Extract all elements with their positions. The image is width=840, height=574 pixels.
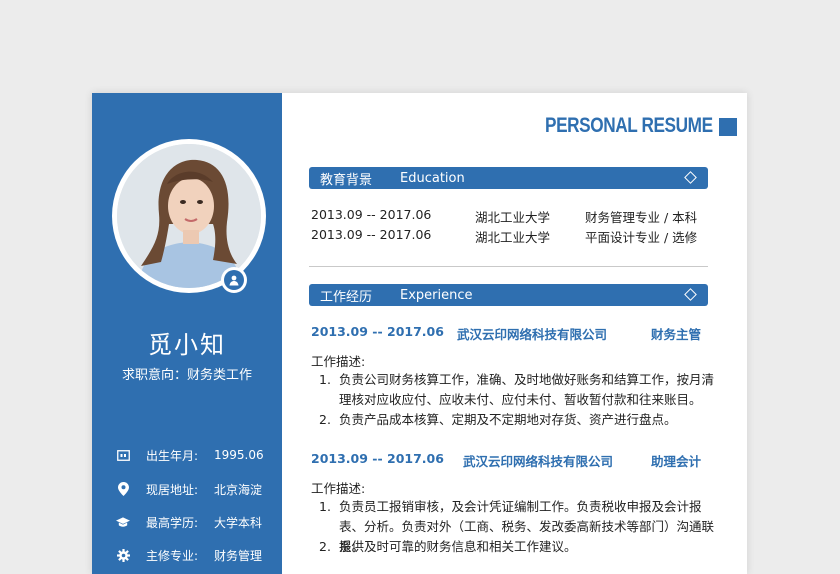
info-row-address: 现居地址: 北京海淀 bbox=[116, 479, 286, 499]
user-badge bbox=[221, 267, 247, 293]
section-header-education: 教育背景 Education bbox=[309, 167, 708, 189]
info-row-birth: 出生年月: 1995.06 bbox=[116, 445, 286, 465]
item-text: 负责产品成本核算、定期及不定期地对存货、资产进行盘点。 bbox=[339, 412, 677, 427]
item-text: 提供及时可靠的财务信息和相关工作建议。 bbox=[339, 539, 577, 554]
gear-icon bbox=[116, 548, 130, 562]
avatar bbox=[117, 144, 261, 288]
item-number: 2. bbox=[319, 539, 331, 554]
job-company: 武汉云印网络科技有限公司 bbox=[463, 454, 614, 469]
edu-school: 湖北工业大学 bbox=[475, 210, 551, 225]
graduation-cap-icon bbox=[116, 515, 130, 529]
info-row-education: 最高学历: 大学本科 bbox=[116, 512, 286, 532]
job-period: 2013.09 -- 2017.06 bbox=[311, 451, 444, 466]
info-value: 大学本科 bbox=[214, 515, 263, 530]
job-desc-item: 2. 提供及时可靠的财务信息和相关工作建议。 bbox=[319, 537, 717, 557]
profile-sidebar: 觅小知 求职意向：财务类工作 出生年月: 1995.06 现居地址: 北京海淀 bbox=[92, 93, 282, 574]
section-title-cn: 教育背景 bbox=[320, 172, 373, 188]
info-value: 财务管理 bbox=[214, 548, 263, 563]
info-label: 最高学历: bbox=[146, 515, 199, 530]
diamond-icon bbox=[684, 288, 697, 301]
info-value: 北京海淀 bbox=[214, 482, 263, 497]
info-label: 出生年月: bbox=[146, 448, 199, 463]
resume-title: PERSONAL RESUME bbox=[545, 114, 713, 137]
education-row: 2013.09 -- 2017.06 湖北工业大学 平面设计专业 / 选修 bbox=[311, 227, 711, 245]
item-number: 2. bbox=[319, 412, 331, 427]
section-title-cn: 工作经历 bbox=[320, 289, 373, 305]
item-text: 负责公司财务核算工作，准确、及时地做好账务和结算工作，按月清理核对应收应付、应收… bbox=[339, 372, 715, 407]
edu-major: 平面设计专业 / 选修 bbox=[585, 230, 698, 245]
section-title-en: Experience bbox=[400, 287, 473, 303]
job-desc-label: 工作描述: bbox=[311, 481, 366, 496]
item-number: 1. bbox=[319, 372, 331, 387]
calendar-icon bbox=[116, 448, 130, 462]
job-intent: 求职意向：财务类工作 bbox=[121, 368, 252, 383]
job-desc-item: 1. 负责公司财务核算工作，准确、及时地做好账务和结算工作，按月清理核对应收应付… bbox=[319, 370, 717, 410]
job-header: 2013.09 -- 2017.06 武汉云印网络科技有限公司 财务主管 bbox=[311, 324, 711, 342]
resume-main: PERSONAL RESUME 教育背景 Education 2013.09 -… bbox=[282, 93, 747, 574]
edu-school: 湖北工业大学 bbox=[475, 230, 551, 245]
job-desc-item: 2. 负责产品成本核算、定期及不定期地对存货、资产进行盘点。 bbox=[319, 410, 717, 430]
edu-period: 2013.09 -- 2017.06 bbox=[311, 207, 432, 222]
section-header-experience: 工作经历 Experience bbox=[309, 284, 708, 306]
section-title-en: Education bbox=[400, 170, 465, 186]
info-row-major: 主修专业: 财务管理 bbox=[116, 545, 286, 565]
info-label: 主修专业: bbox=[146, 548, 199, 563]
edu-period: 2013.09 -- 2017.06 bbox=[311, 227, 432, 242]
job-header: 2013.09 -- 2017.06 武汉云印网络科技有限公司 助理会计 bbox=[311, 451, 711, 469]
job-position: 助理会计 bbox=[651, 454, 702, 469]
user-icon bbox=[224, 270, 244, 290]
candidate-name: 觅小知 bbox=[148, 331, 226, 359]
title-square-decoration bbox=[719, 118, 737, 136]
section-divider bbox=[309, 266, 708, 267]
location-pin-icon bbox=[116, 482, 130, 496]
job-position: 财务主管 bbox=[651, 327, 702, 342]
avatar-photo bbox=[117, 144, 261, 288]
info-label: 现居地址: bbox=[146, 482, 199, 497]
diamond-icon bbox=[684, 171, 697, 184]
job-period: 2013.09 -- 2017.06 bbox=[311, 324, 444, 339]
job-desc-label: 工作描述: bbox=[311, 354, 366, 369]
info-value: 1995.06 bbox=[214, 448, 264, 462]
job-company: 武汉云印网络科技有限公司 bbox=[457, 327, 608, 342]
edu-major: 财务管理专业 / 本科 bbox=[585, 210, 698, 225]
resume-page: 觅小知 求职意向：财务类工作 出生年月: 1995.06 现居地址: 北京海淀 bbox=[92, 93, 747, 574]
education-row: 2013.09 -- 2017.06 湖北工业大学 财务管理专业 / 本科 bbox=[311, 207, 711, 225]
